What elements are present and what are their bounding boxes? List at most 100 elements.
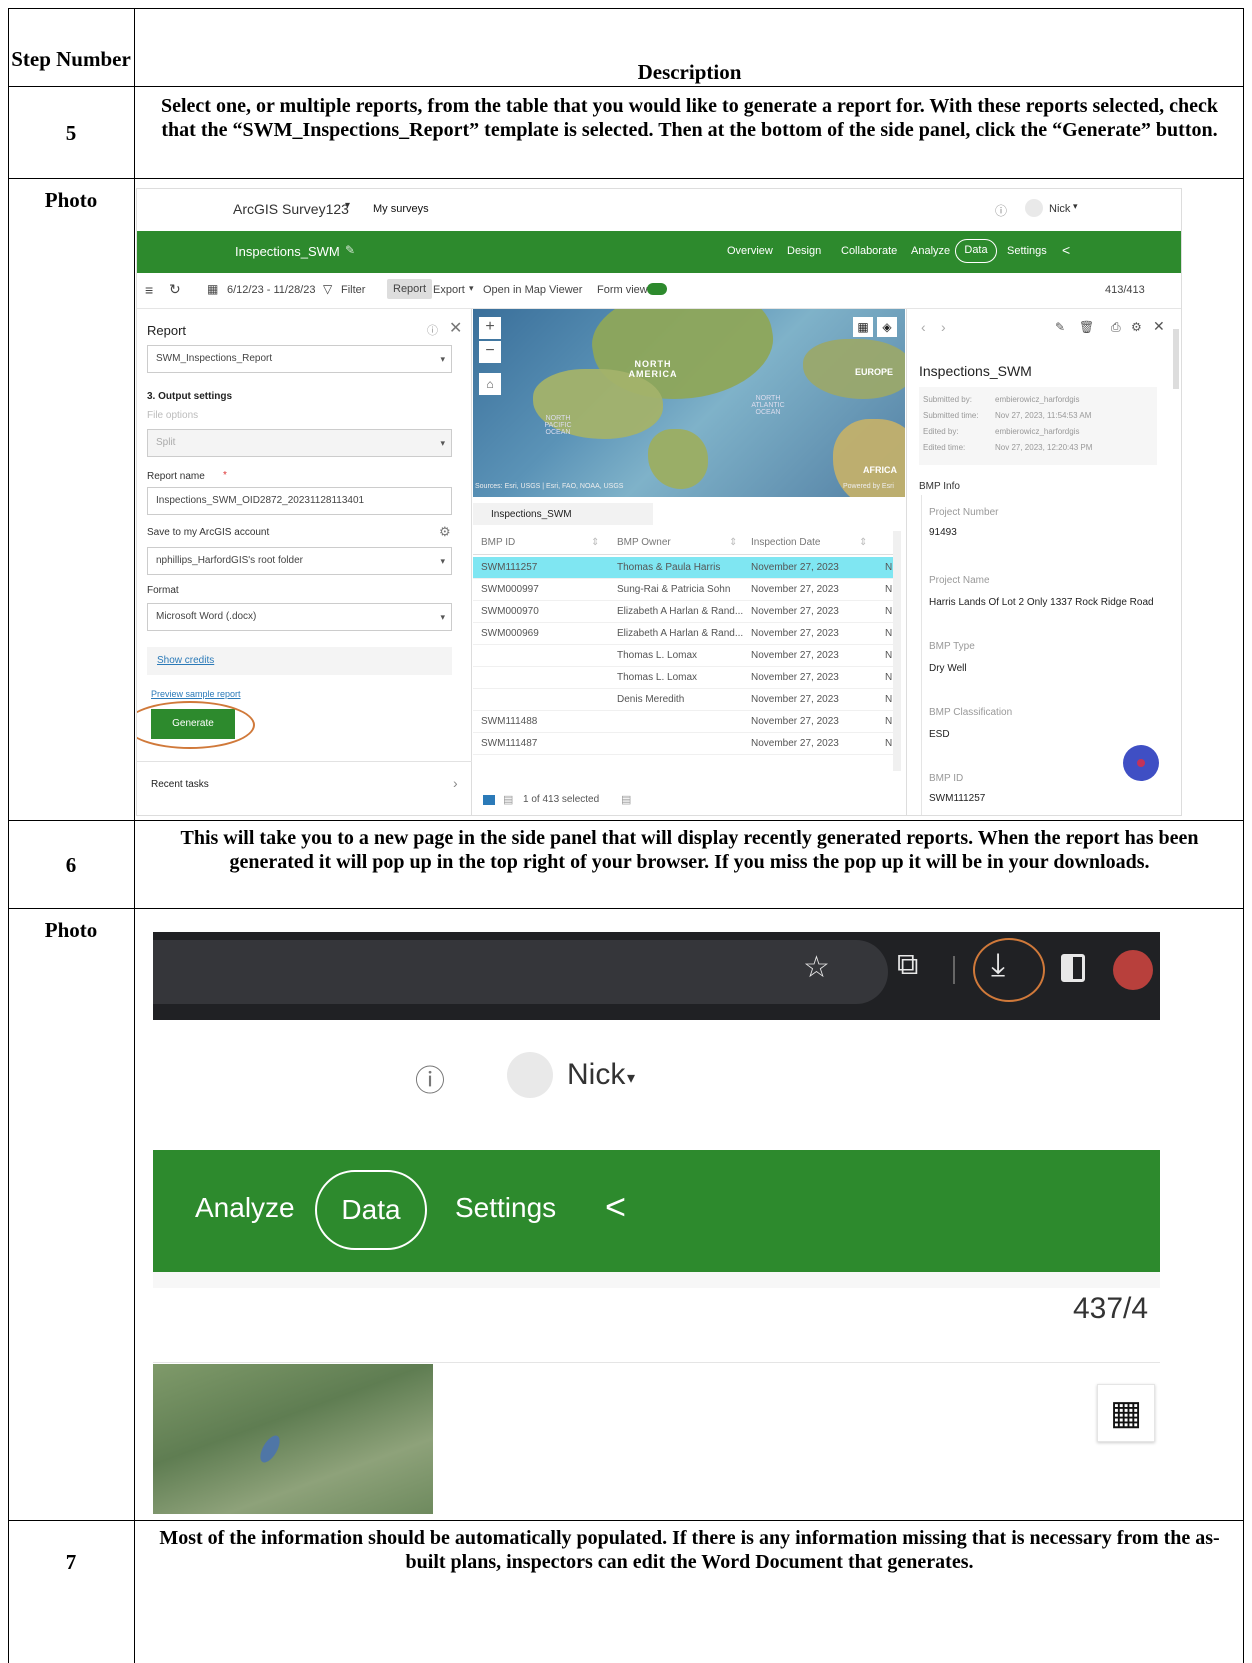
- step-number: 6: [65, 852, 77, 877]
- format-select[interactable]: Microsoft Word (.docx) ▾: [147, 603, 452, 631]
- address-bar[interactable]: [153, 940, 888, 1004]
- user-menu[interactable]: Nick: [1049, 203, 1070, 215]
- prev-icon[interactable]: ‹: [921, 319, 926, 335]
- tab-analyze[interactable]: Analyze: [911, 245, 950, 257]
- table-row[interactable]: SWM111488 November 27, 2023 N: [473, 711, 893, 733]
- divider: [153, 1362, 1160, 1363]
- table-row[interactable]: SWM000970 Elizabeth A Harlan & Rand... Nov…: [473, 601, 893, 623]
- report-button[interactable]: Report: [387, 279, 433, 299]
- avatar[interactable]: [507, 1052, 553, 1098]
- close-icon[interactable]: ✕: [449, 318, 462, 338]
- filter-button[interactable]: Filter: [341, 284, 365, 296]
- pencil-icon[interactable]: ✎: [345, 243, 355, 257]
- share-icon[interactable]: <: [1062, 242, 1070, 258]
- folder-select[interactable]: nphillips_HarfordGIS's root folder ▾: [147, 547, 452, 575]
- template-select[interactable]: SWM_Inspections_Report ▾: [147, 345, 452, 373]
- map-thumbnail[interactable]: [153, 1364, 433, 1514]
- tab-settings[interactable]: Settings: [1007, 245, 1047, 257]
- table-cell: SWM111487: [481, 738, 538, 749]
- chevron-down-icon[interactable]: ▾: [627, 1068, 635, 1088]
- tab-data[interactable]: Data: [955, 239, 997, 263]
- table-view-icon[interactable]: [483, 795, 495, 805]
- close-icon[interactable]: ✕: [1153, 318, 1165, 335]
- filter-icon[interactable]: ▽: [323, 282, 332, 296]
- gear-icon[interactable]: ⚙: [439, 524, 451, 540]
- share-icon[interactable]: <: [605, 1186, 626, 1228]
- tab-collaborate[interactable]: Collaborate: [841, 245, 897, 257]
- open-map-viewer-button[interactable]: Open in Map Viewer: [483, 284, 582, 296]
- list-view-icon[interactable]: ▤: [503, 793, 513, 806]
- extensions-icon[interactable]: ⧉: [897, 948, 918, 982]
- recent-tasks[interactable]: Recent tasks: [151, 779, 209, 790]
- table-row[interactable]: Thomas L. Lomax November 27, 2023 N: [473, 667, 893, 689]
- column-header[interactable]: Inspection Date: [751, 531, 821, 555]
- scrollbar[interactable]: [893, 531, 901, 771]
- date-range[interactable]: 6/12/23 - 11/28/23: [227, 284, 315, 296]
- sort-icon[interactable]: ⇕: [591, 531, 599, 555]
- edited-time-label: Edited time:: [923, 443, 966, 452]
- highlight-circle: [137, 701, 255, 749]
- chevron-down-icon[interactable]: ▾: [469, 283, 474, 294]
- record-metadata: Submitted by: embierowicz_harfordgis Sub…: [919, 387, 1157, 465]
- zoom-out-button[interactable]: −: [479, 341, 501, 363]
- show-credits-link[interactable]: Show credits: [157, 655, 214, 666]
- home-icon[interactable]: ⌂: [479, 373, 501, 395]
- chevron-right-icon[interactable]: ›: [453, 775, 458, 791]
- feedback-button[interactable]: [1123, 745, 1159, 781]
- table-row[interactable]: SWM000997 Sung-Rai & Patricia Sohn Novembe…: [473, 579, 893, 601]
- rule: [8, 1520, 1244, 1521]
- print-icon[interactable]: ⎙: [1111, 320, 1121, 335]
- table-row[interactable]: SWM000969 Elizabeth A Harlan & Rand... Nov…: [473, 623, 893, 645]
- tab-overview[interactable]: Overview: [727, 245, 773, 257]
- form-view-toggle[interactable]: [647, 283, 667, 295]
- chevron-down-icon[interactable]: ▾: [345, 200, 350, 211]
- avatar[interactable]: [1025, 199, 1043, 217]
- grid-icon[interactable]: ▦: [853, 317, 873, 337]
- tab-data[interactable]: Data: [315, 1170, 427, 1250]
- scrollbar[interactable]: [1173, 329, 1179, 389]
- help-icon[interactable]: ⓘ: [995, 202, 1007, 219]
- record-count: 437/4: [1073, 1292, 1149, 1325]
- help-icon[interactable]: ⓘ: [415, 1056, 445, 1100]
- help-icon[interactable]: ⓘ: [427, 322, 438, 338]
- calendar-icon[interactable]: ▦: [207, 282, 218, 296]
- grid-icon[interactable]: ▦: [1097, 1384, 1155, 1442]
- menu-icon[interactable]: ≡: [145, 282, 153, 298]
- survey-title[interactable]: Inspections_SWM: [235, 244, 340, 259]
- star-icon[interactable]: ☆: [803, 950, 830, 985]
- user-menu[interactable]: Nick: [567, 1058, 625, 1092]
- report-name-input[interactable]: Inspections_SWM_OID2872_20231128113401: [147, 487, 452, 515]
- trash-icon[interactable]: 🗑: [1079, 320, 1094, 334]
- preview-sample-link[interactable]: Preview sample report: [151, 689, 241, 699]
- sort-icon[interactable]: ⇕: [859, 531, 867, 555]
- tab-design[interactable]: Design: [787, 245, 821, 257]
- side-panel-icon[interactable]: [1061, 954, 1085, 982]
- profile-avatar[interactable]: [1113, 950, 1153, 990]
- table-tab[interactable]: Inspections_SWM: [473, 503, 653, 527]
- app-name[interactable]: ArcGIS Survey123: [233, 201, 349, 217]
- next-icon[interactable]: ›: [941, 319, 946, 335]
- chevron-down-icon: ▾: [440, 438, 445, 448]
- file-options-select[interactable]: Split ▾: [147, 429, 452, 457]
- tab-settings[interactable]: Settings: [455, 1192, 556, 1224]
- table-row[interactable]: SWM111257 Thomas & Paula Harris November 2…: [473, 557, 893, 579]
- chevron-down-icon[interactable]: ▾: [1073, 201, 1078, 212]
- map-label: AFRICA: [863, 465, 897, 475]
- sort-icon[interactable]: ⇕: [729, 531, 737, 555]
- gear-icon[interactable]: ⚙: [1131, 320, 1142, 334]
- column-header[interactable]: BMP ID: [481, 531, 515, 555]
- clear-selection-icon[interactable]: ▤: [621, 793, 631, 806]
- pencil-icon[interactable]: ✎: [1055, 320, 1065, 334]
- zoom-in-button[interactable]: +: [479, 317, 501, 339]
- refresh-icon[interactable]: ↻: [169, 281, 181, 298]
- my-surveys-link[interactable]: My surveys: [373, 203, 429, 215]
- export-button[interactable]: Export: [433, 284, 465, 296]
- table-row[interactable]: Denis Meredith November 27, 2023 N: [473, 689, 893, 711]
- column-header[interactable]: BMP Owner: [617, 531, 671, 555]
- table-row[interactable]: Thomas L. Lomax November 27, 2023 N: [473, 645, 893, 667]
- map-view[interactable]: + − ⌂ NORTH AMERICA EUROPE AFRICA NORTH …: [473, 309, 905, 497]
- table-row[interactable]: SWM111487 November 27, 2023 N: [473, 733, 893, 755]
- table-cell: N: [885, 562, 893, 573]
- layers-icon[interactable]: ◈: [877, 317, 897, 337]
- tab-analyze[interactable]: Analyze: [195, 1192, 295, 1224]
